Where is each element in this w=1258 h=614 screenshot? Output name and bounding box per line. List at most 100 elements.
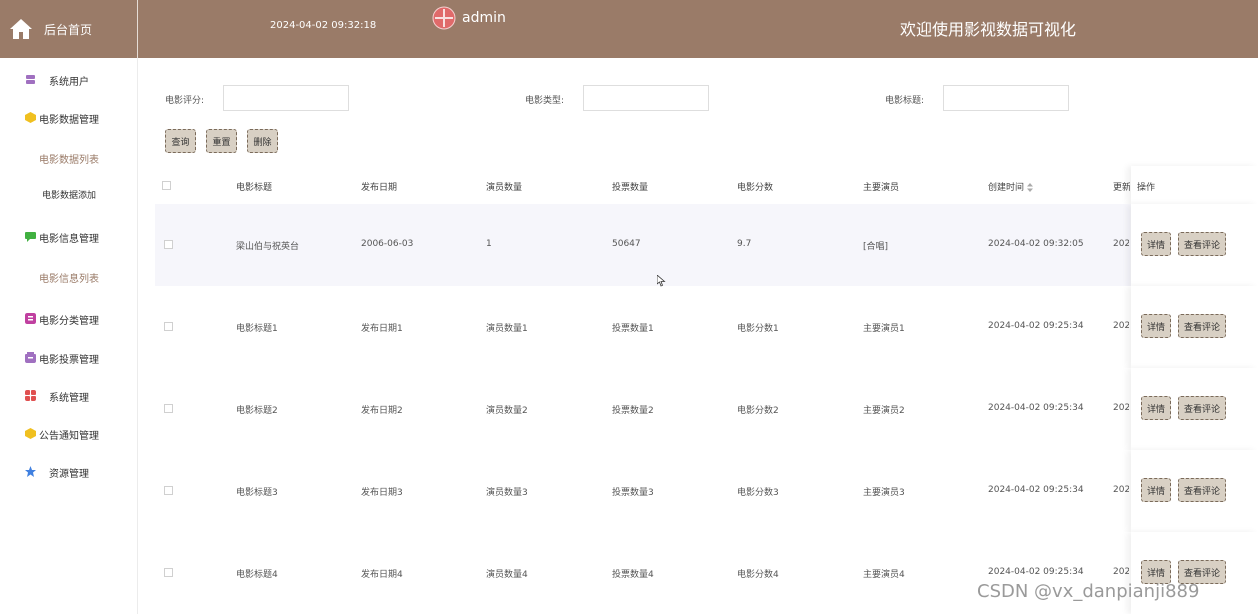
sidebar-item-label: 电影信息管理	[39, 233, 99, 245]
cell-score: 电影分数4	[737, 570, 779, 580]
cell-date: 发布日期4	[361, 570, 403, 580]
sidebar: 系统用户 电影数据管理 电影数据列表 电影数据添加 电影信息管理 电影信息列表 …	[0, 58, 138, 614]
table-row: 电影标题3 发布日期3 演员数量3 投票数量3 电影分数3 主要演员3 2024…	[155, 450, 1258, 532]
row-checkbox[interactable]	[164, 322, 173, 331]
column-header-created[interactable]: 创建时间	[988, 180, 1034, 193]
sidebar-item-label: 电影投票管理	[39, 354, 99, 366]
cell-score: 9.7	[737, 239, 752, 249]
cell-lead: 主要演员4	[863, 570, 905, 580]
filter-title-input[interactable]	[943, 85, 1069, 111]
detail-button[interactable]: 详情	[1141, 478, 1171, 502]
search-button[interactable]: 查询	[165, 129, 196, 153]
home-link[interactable]: 后台首页	[0, 0, 138, 58]
sidebar-item-label: 公告通知管理	[39, 430, 99, 442]
cell-created: 2024-04-02 09:25:34	[988, 321, 1084, 331]
row-actions: 详情 查看评论	[1131, 286, 1258, 368]
sidebar-item-movie-data[interactable]: 电影数据管理	[0, 107, 138, 129]
row-checkbox[interactable]	[164, 404, 173, 413]
view-comments-button[interactable]: 查看评论	[1178, 396, 1226, 420]
detail-button[interactable]: 详情	[1141, 314, 1171, 338]
row-checkbox[interactable]	[164, 486, 173, 495]
column-header-date: 发布日期	[361, 183, 398, 193]
cell-date: 发布日期2	[361, 406, 403, 416]
top-bar: 后台首页 2024-04-02 09:32:18 admin 欢迎使用影视数据可…	[0, 0, 1258, 58]
row-actions: 详情 查看评论	[1131, 368, 1258, 450]
sidebar-subitem-movie-data-add[interactable]: 电影数据添加	[0, 188, 138, 201]
filter-title-label: 电影标题:	[885, 96, 925, 106]
sidebar-item-notice[interactable]: 公告通知管理	[0, 423, 138, 445]
select-all-checkbox[interactable]	[162, 181, 171, 190]
username: admin	[462, 10, 506, 26]
column-header-score: 电影分数	[737, 183, 774, 193]
sidebar-item-label: 系统管理	[49, 392, 89, 404]
cell-lead: [合唱]	[863, 242, 889, 252]
table-header: 电影标题 发布日期 演员数量 投票数量 电影分数 主要演员 创建时间 更新时间	[155, 166, 1258, 204]
cell-votes: 投票数量4	[612, 570, 654, 580]
cell-lead: 主要演员3	[863, 488, 905, 498]
data-icon	[25, 112, 36, 123]
detail-button[interactable]: 详情	[1141, 232, 1171, 256]
column-header-updated: 更新时间	[1113, 183, 1130, 193]
cell-created: 2024-04-02 09:32:05	[988, 239, 1084, 249]
avatar-icon	[432, 6, 456, 30]
cell-title: 电影标题2	[236, 406, 278, 416]
cell-date: 发布日期3	[361, 488, 403, 498]
user-menu[interactable]: admin	[432, 6, 506, 30]
sidebar-subitem-movie-data-list[interactable]: 电影数据列表	[0, 151, 138, 166]
current-datetime: 2024-04-02 09:32:18	[270, 20, 377, 31]
sidebar-item-label: 电影分类管理	[39, 315, 99, 327]
row-checkbox[interactable]	[164, 568, 173, 577]
column-header-votes: 投票数量	[612, 183, 649, 193]
row-actions: 详情 查看评论	[1131, 450, 1258, 532]
cell-updated: 2024	[1113, 485, 1129, 495]
filter-rating-label: 电影评分:	[165, 96, 205, 106]
cell-title: 梁山伯与祝英台	[236, 242, 300, 252]
sidebar-item-system-users[interactable]: 系统用户	[0, 69, 138, 91]
cell-votes: 投票数量3	[612, 488, 654, 498]
message-icon	[25, 232, 36, 242]
detail-button[interactable]: 详情	[1141, 396, 1171, 420]
sidebar-item-resource[interactable]: 资源管理	[0, 461, 138, 483]
table-row: 梁山伯与祝英台 2006-06-03 1 50647 9.7 [合唱] 2024…	[155, 204, 1258, 286]
vote-icon	[25, 352, 36, 363]
cell-score: 电影分数3	[737, 488, 779, 498]
view-comments-button[interactable]: 查看评论	[1178, 232, 1226, 256]
cell-title: 电影标题4	[236, 570, 278, 580]
cell-title: 电影标题3	[236, 488, 278, 498]
sidebar-item-system-manage[interactable]: 系统管理	[0, 385, 138, 407]
cell-votes: 投票数量2	[612, 406, 654, 416]
cell-updated: 2024	[1113, 239, 1129, 249]
sidebar-item-movie-info[interactable]: 电影信息管理	[0, 226, 138, 248]
sidebar-item-movie-vote[interactable]: 电影投票管理	[0, 347, 138, 369]
star-icon	[25, 466, 36, 477]
reset-button[interactable]: 重置	[206, 129, 237, 153]
view-comments-button[interactable]: 查看评论	[1178, 314, 1226, 338]
cell-created: 2024-04-02 09:25:34	[988, 567, 1084, 577]
sidebar-subitem-movie-info-list[interactable]: 电影信息列表	[0, 270, 138, 285]
category-icon	[25, 313, 36, 324]
view-comments-button[interactable]: 查看评论	[1178, 478, 1226, 502]
cell-lead: 主要演员1	[863, 324, 905, 334]
sidebar-item-movie-category[interactable]: 电影分类管理	[0, 308, 138, 330]
table-row: 电影标题1 发布日期1 演员数量1 投票数量1 电影分数1 主要演员1 2024…	[155, 286, 1258, 368]
cell-updated: 2024	[1113, 403, 1129, 413]
filter-rating-input[interactable]	[223, 85, 349, 111]
home-label: 后台首页	[44, 22, 93, 37]
row-checkbox[interactable]	[164, 240, 173, 249]
delete-button[interactable]: 删除	[247, 129, 278, 153]
sort-icon[interactable]	[1027, 183, 1034, 192]
cell-votes: 投票数量1	[612, 324, 654, 334]
cell-score: 电影分数1	[737, 324, 779, 334]
welcome-title: 欢迎使用影视数据可视化	[900, 20, 1077, 39]
mouse-cursor-icon	[657, 275, 666, 287]
column-header-ops-cell: 操作	[1131, 166, 1258, 204]
filter-type-label: 电影类型:	[525, 96, 565, 106]
filter-type-input[interactable]	[583, 85, 709, 111]
cell-title: 电影标题1	[236, 324, 278, 334]
notice-icon	[25, 428, 36, 439]
sidebar-item-label: 电影数据管理	[39, 114, 99, 126]
sidebar-item-label: 资源管理	[49, 468, 89, 480]
cell-votes: 50647	[612, 239, 641, 249]
cell-actors: 演员数量3	[486, 488, 528, 498]
cell-lead: 主要演员2	[863, 406, 905, 416]
